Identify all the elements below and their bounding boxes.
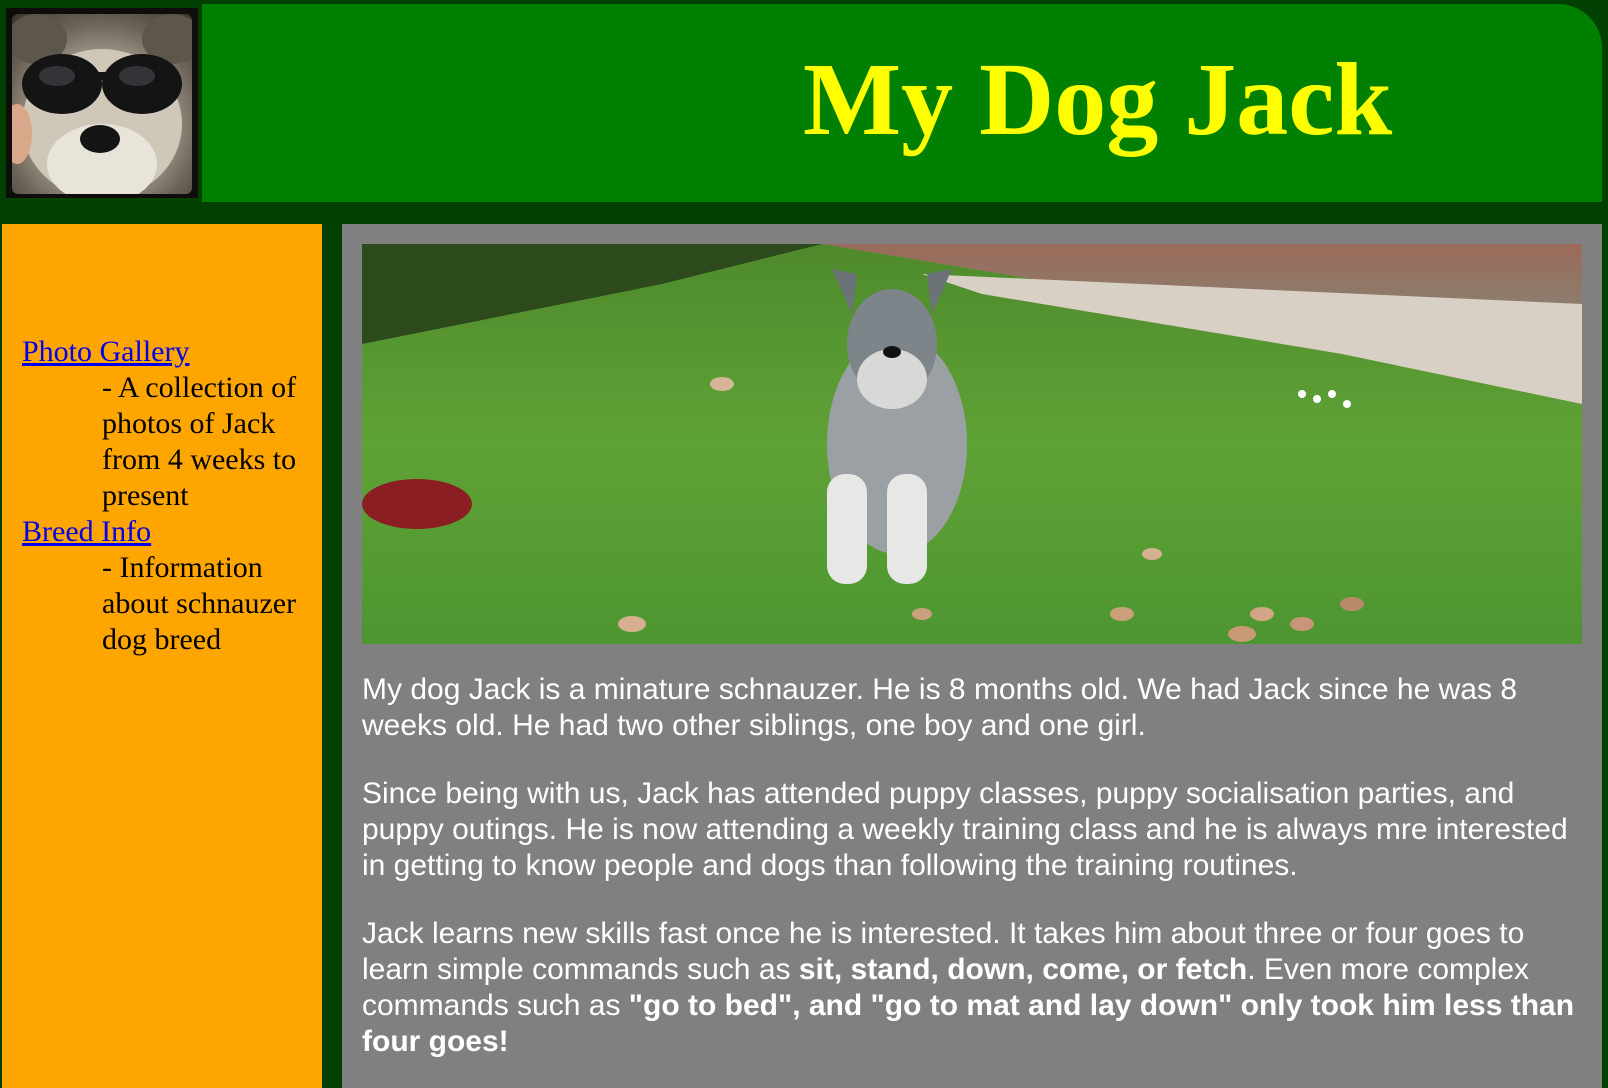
article-content: My dog Jack is a minature schnauzer. He … [362, 672, 1582, 1088]
photo-gallery-description: - A collection of photos of Jack from 4 … [102, 371, 297, 512]
dog-with-sunglasses-icon [12, 14, 192, 194]
breed-info-link[interactable]: Breed Info [22, 514, 307, 550]
simple-commands-bold: sit, stand, down, come, or fetch [798, 953, 1248, 986]
logo-photo [6, 8, 198, 198]
breed-info-description: - Information about schnauzer dog breed [102, 551, 297, 656]
paragraph-skills: Jack learns new skills fast once he is i… [362, 916, 1582, 1060]
page-title: My Dog Jack [803, 42, 1393, 157]
sidebar-nav: Photo Gallery - A collection of photos o… [22, 334, 307, 658]
photo-gallery-link[interactable]: Photo Gallery [22, 334, 307, 370]
hero-image [362, 244, 1582, 644]
page-header: My Dog Jack [0, 0, 1608, 204]
sidebar: Photo Gallery - A collection of photos o… [2, 224, 322, 1088]
main-content: My dog Jack is a minature schnauzer. He … [342, 224, 1602, 1088]
paragraph-training: Since being with us, Jack has attended p… [362, 777, 1568, 882]
paragraph-intro: My dog Jack is a minature schnauzer. He … [362, 673, 1517, 742]
schnauzer-photo-icon [362, 244, 1582, 644]
